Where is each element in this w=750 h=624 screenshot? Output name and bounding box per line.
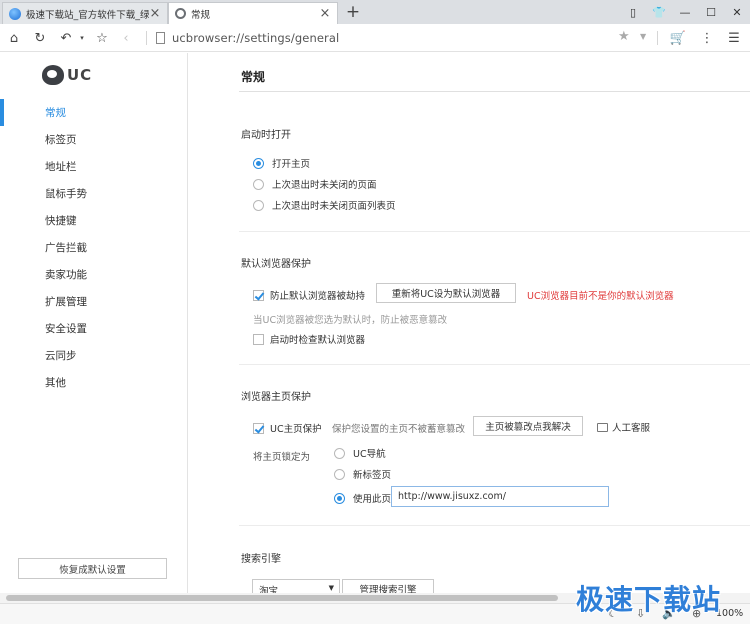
tab-jisuxz[interactable]: 极速下载站_官方软件下载_绿色 ×	[2, 2, 168, 24]
chevron-down-icon[interactable]: ▼	[640, 32, 646, 41]
gear-icon	[175, 8, 186, 19]
sidebar-item-adblock[interactable]: 广告拦截	[0, 234, 188, 261]
sidebar-item-tabs[interactable]: 标签页	[0, 126, 188, 153]
radio-button[interactable]	[253, 199, 264, 211]
page-title: 常规	[241, 70, 266, 84]
window-controls: ▯ 👕 — ☐ ✕	[620, 0, 750, 24]
homepage-hint: 保护您设置的主页不被蓄意篡改	[332, 424, 466, 435]
chat-icon[interactable]	[597, 423, 608, 432]
watermark-logo: 极速下载站	[576, 583, 722, 616]
divider	[239, 91, 750, 92]
default-browser-hint: 当UC浏览器被您选为默认时，防止被恶意篡改	[253, 315, 448, 326]
settings-sidebar: UC 常规 标签页 地址栏 鼠标手势 快捷键 广告拦截 卖家功能 扩展管理 安全…	[0, 53, 188, 593]
divider	[239, 231, 750, 232]
divider	[239, 525, 750, 526]
radio-button[interactable]	[253, 178, 264, 190]
manage-search-engines-button[interactable]: 管理搜索引擎	[342, 579, 434, 593]
minimize-button[interactable]: —	[672, 0, 698, 24]
chevron-down-icon[interactable]: ▾	[72, 28, 92, 48]
radio-button[interactable]	[334, 447, 345, 459]
check-on-start-checkbox[interactable]: 启动时检查默认浏览器	[253, 332, 365, 346]
close-window-button[interactable]: ✕	[724, 0, 750, 24]
url-input[interactable]: ucbrowser://settings/general	[172, 31, 339, 45]
sidebar-item-general[interactable]: 常规	[0, 99, 188, 126]
close-icon[interactable]: ×	[149, 6, 161, 21]
checkbox[interactable]	[253, 333, 264, 345]
bookmark-star-icon[interactable]: ★	[618, 29, 630, 44]
homepage-option-new-tab[interactable]: 新标签页	[334, 467, 391, 481]
homepage-url-input[interactable]: http://www.jisuxz.com/	[391, 486, 609, 507]
star-icon[interactable]: ☆	[92, 28, 112, 48]
startup-option-last-session-list[interactable]: 上次退出时未关闭页面列表页	[253, 198, 396, 212]
lock-homepage-label: 将主页锁定为	[253, 452, 311, 463]
section-title-homepage: 浏览器主页保护	[241, 392, 311, 403]
squirrel-icon	[42, 65, 64, 85]
homepage-fix-button[interactable]: 主页被篡改点我解决	[473, 416, 583, 436]
sidebar-item-extensions[interactable]: 扩展管理	[0, 288, 188, 315]
sidebar-item-shortcuts[interactable]: 快捷键	[0, 207, 188, 234]
homepage-option-uc-nav[interactable]: UC导航	[334, 446, 386, 460]
radio-button[interactable]	[334, 492, 345, 504]
more-menu-icon[interactable]: ⋮	[697, 28, 717, 48]
sidebar-item-security[interactable]: 安全设置	[0, 315, 188, 342]
reset-defaults-button[interactable]: 恢复成默认设置	[18, 558, 167, 579]
page-icon	[156, 32, 165, 44]
sidebar-item-addressbar[interactable]: 地址栏	[0, 153, 188, 180]
hamburger-menu-icon[interactable]: ☰	[724, 28, 744, 48]
sidebar-item-seller[interactable]: 卖家功能	[0, 261, 188, 288]
new-tab-button[interactable]: +	[344, 2, 362, 22]
tab-bar: 极速下载站_官方软件下载_绿色 × 常规 × + ▯ 👕 — ☐ ✕	[0, 0, 750, 24]
divider	[146, 31, 147, 45]
tab-title: 极速下载站_官方软件下载_绿色	[26, 9, 149, 21]
section-title-default-browser: 默认浏览器保护	[241, 259, 311, 270]
maximize-button[interactable]: ☐	[698, 0, 724, 24]
divider	[239, 364, 750, 365]
uc-homepage-protect-checkbox[interactable]: UC主页保护	[253, 421, 322, 435]
refresh-icon[interactable]: ↻	[30, 28, 50, 48]
back-icon[interactable]: ‹	[116, 28, 136, 48]
close-icon[interactable]: ×	[319, 6, 331, 21]
checkbox[interactable]	[253, 422, 264, 434]
radio-button[interactable]	[253, 157, 264, 169]
scrollbar-thumb[interactable]	[6, 595, 558, 601]
uc-logo: UC	[42, 65, 92, 85]
cart-icon[interactable]: 🛒	[668, 28, 688, 48]
tab-title: 常规	[191, 9, 211, 21]
section-title-startup: 启动时打开	[241, 130, 291, 141]
search-engine-select[interactable]: 淘宝	[252, 579, 340, 593]
sidebar-item-other[interactable]: 其他	[0, 369, 188, 396]
sidebar-item-mouse-gestures[interactable]: 鼠标手势	[0, 180, 188, 207]
skin-icon[interactable]: 👕	[646, 0, 672, 24]
customer-service-link[interactable]: 人工客服	[612, 420, 650, 434]
address-bar: ⌂ ↻ ↶ ▾ ☆ ‹ ucbrowser://settings/general…	[0, 24, 750, 52]
set-default-browser-button[interactable]: 重新将UC设为默认浏览器	[376, 283, 516, 303]
radio-button[interactable]	[334, 468, 345, 480]
tab-settings[interactable]: 常规 ×	[168, 2, 338, 24]
startup-option-last-session[interactable]: 上次退出时未关闭的页面	[253, 177, 377, 191]
settings-content: 常规 启动时打开 打开主页 上次退出时未关闭的页面 上次退出时未关闭页面列表页 …	[189, 53, 750, 593]
sidebar-item-cloud-sync[interactable]: 云同步	[0, 342, 188, 369]
globe-icon	[9, 7, 21, 20]
section-title-search-engine: 搜索引擎	[241, 554, 281, 565]
checkbox[interactable]	[253, 289, 264, 301]
phone-icon[interactable]: ▯	[620, 0, 646, 24]
homepage-option-use-this-page[interactable]: 使用此页	[334, 491, 391, 505]
home-icon[interactable]: ⌂	[4, 28, 24, 48]
default-browser-warning: UC浏览器目前不是你的默认浏览器	[527, 291, 674, 302]
startup-option-homepage[interactable]: 打开主页	[253, 156, 310, 170]
prevent-hijack-checkbox[interactable]: 防止默认浏览器被劫持	[253, 288, 365, 302]
divider	[657, 31, 658, 45]
